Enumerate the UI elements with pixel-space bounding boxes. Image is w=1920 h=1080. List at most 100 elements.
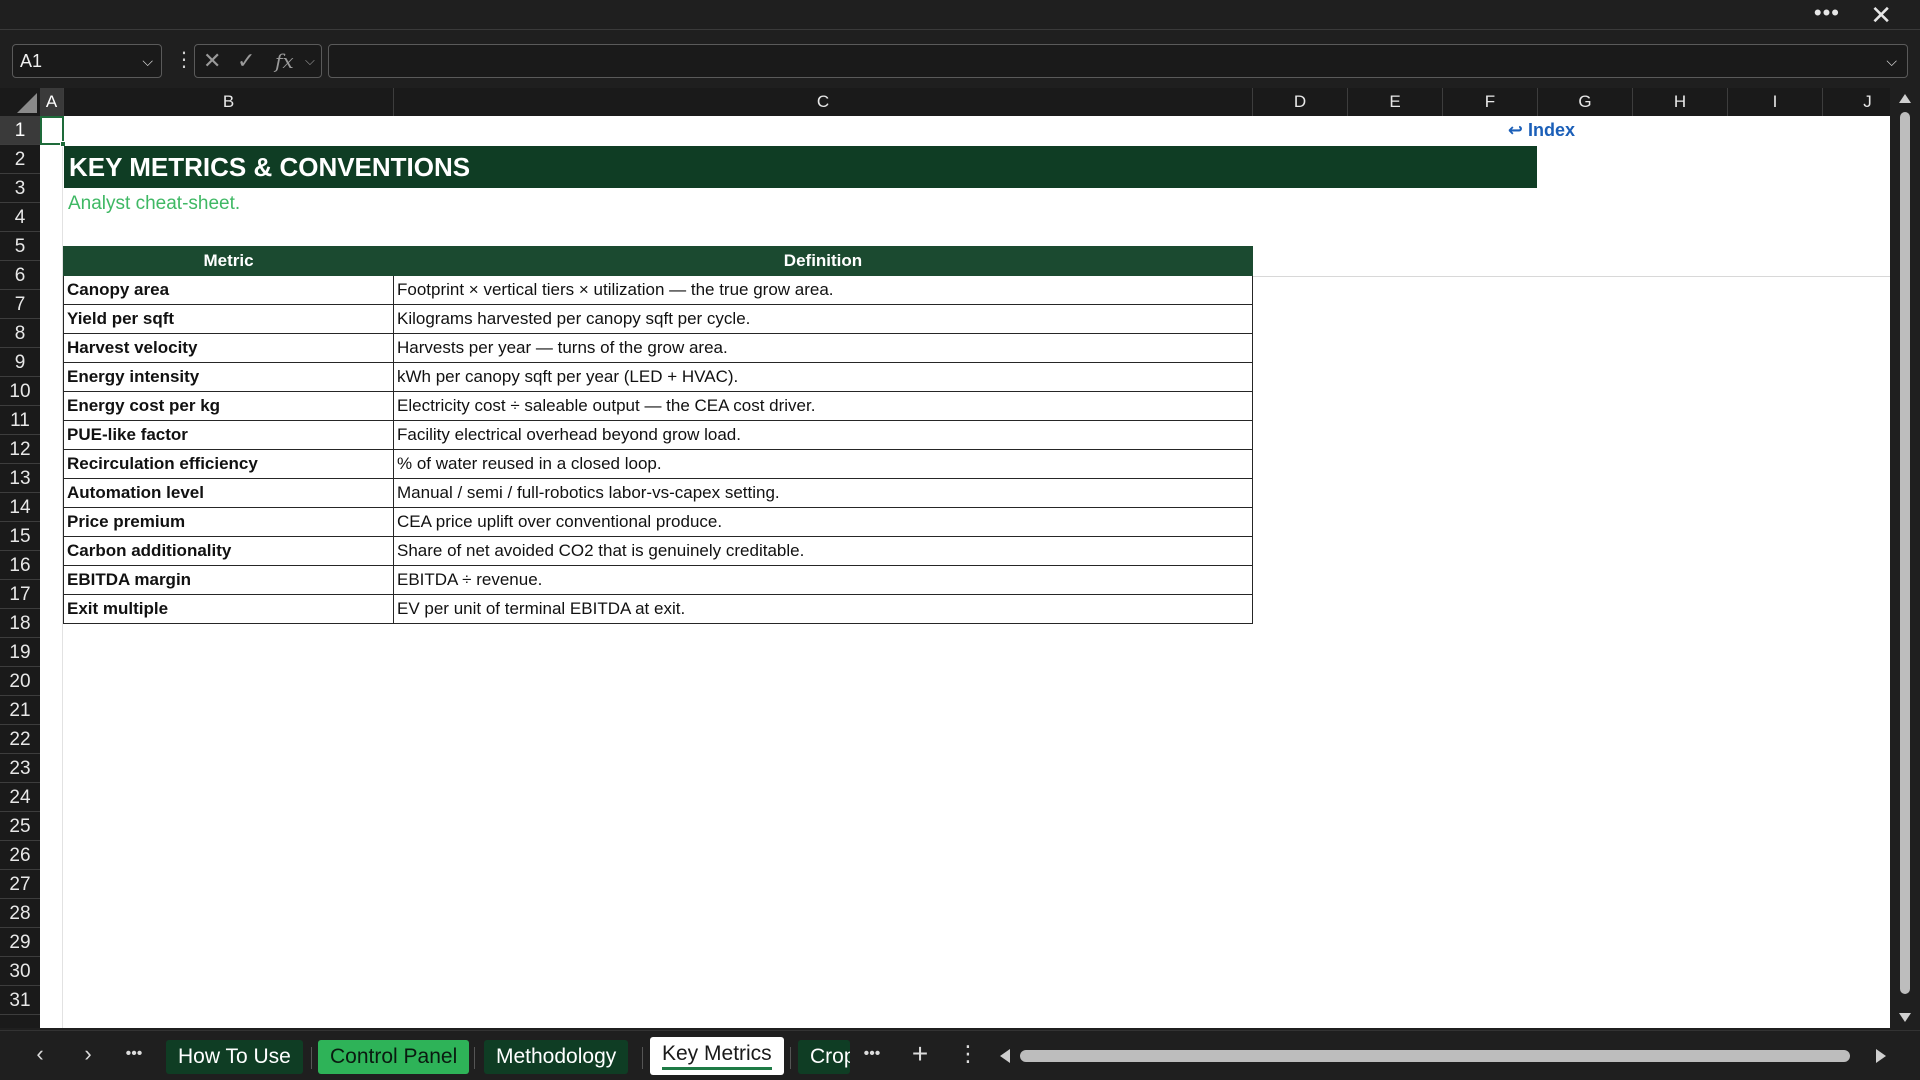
row-header-21[interactable]: 21 <box>0 696 40 725</box>
worksheet-grid[interactable]: A B C D E F G H I J 1 2 3 4 5 6 7 8 9 10 11 12 13 14 1… <box>0 88 1900 1028</box>
insert-function-icon[interactable]: fx <box>275 45 294 77</box>
row-header-9[interactable]: 9 <box>0 348 40 377</box>
metric-definition-cell[interactable]: Footprint × vertical tiers × utilization… <box>393 275 1253 305</box>
previous-sheet-icon[interactable]: ‹ <box>20 1031 60 1079</box>
metric-definition-cell[interactable]: Share of net avoided CO2 that is genuine… <box>393 536 1253 566</box>
metric-definition-cell[interactable]: % of water reused in a closed loop. <box>393 449 1253 479</box>
row-header-22[interactable]: 22 <box>0 725 40 754</box>
column-header-g[interactable]: G <box>1538 88 1633 116</box>
row-header-24[interactable]: 24 <box>0 783 40 812</box>
row-header-15[interactable]: 15 <box>0 522 40 551</box>
row-header-31[interactable]: 31 <box>0 986 40 1015</box>
column-header-h[interactable]: H <box>1633 88 1728 116</box>
metric-name-cell[interactable]: Exit multiple <box>63 594 394 624</box>
column-header-e[interactable]: E <box>1348 88 1443 116</box>
row-header-6[interactable]: 6 <box>0 261 40 290</box>
row-header-17[interactable]: 17 <box>0 580 40 609</box>
metric-name-cell[interactable]: Energy cost per kg <box>63 391 394 421</box>
row-header-10[interactable]: 10 <box>0 377 40 406</box>
close-icon[interactable]: ✕ <box>1870 0 1892 30</box>
tab-methodology[interactable]: Methodology <box>484 1040 629 1074</box>
more-sheets-icon[interactable]: ••• <box>114 1031 154 1079</box>
active-cell-a1[interactable] <box>40 116 66 147</box>
row-header-20[interactable]: 20 <box>0 667 40 696</box>
metric-definition-cell[interactable]: Facility electrical overhead beyond grow… <box>393 420 1253 450</box>
cancel-entry-icon[interactable]: ✕ <box>203 45 221 77</box>
more-options-icon[interactable]: ••• <box>1814 2 1840 24</box>
row-header-30[interactable]: 30 <box>0 957 40 986</box>
column-header-i[interactable]: I <box>1728 88 1823 116</box>
row-header-11[interactable]: 11 <box>0 406 40 435</box>
row-header-16[interactable]: 16 <box>0 551 40 580</box>
metric-name-cell[interactable]: Automation level <box>63 478 394 508</box>
tab-crop[interactable]: Crop <box>798 1040 850 1074</box>
metric-definition-cell[interactable]: Electricity cost ÷ saleable output — the… <box>393 391 1253 421</box>
row-header-3[interactable]: 3 <box>0 174 40 203</box>
scroll-left-icon[interactable] <box>1000 1049 1010 1063</box>
index-link[interactable]: ↩ Index <box>1465 116 1575 145</box>
metric-definition-cell[interactable]: EBITDA ÷ revenue. <box>393 565 1253 595</box>
metric-name-cell[interactable]: Price premium <box>63 507 394 537</box>
name-box[interactable]: A1 ⌵ <box>12 44 162 78</box>
more-tabs-icon[interactable]: ••• <box>852 1031 892 1079</box>
vertical-scroll-thumb[interactable] <box>1900 112 1910 994</box>
scroll-right-icon[interactable] <box>1876 1049 1886 1063</box>
column-header-j[interactable]: J <box>1823 88 1900 116</box>
cell-area[interactable]: ↩ Index KEY METRICS & CONVENTIONS Analys… <box>40 116 1900 1028</box>
metric-definition-cell[interactable]: EV per unit of terminal EBITDA at exit. <box>393 594 1253 624</box>
table-header-metric[interactable]: Metric <box>63 246 394 276</box>
sheet-options-icon[interactable]: ⋮ <box>948 1031 988 1079</box>
row-header-19[interactable]: 19 <box>0 638 40 667</box>
table-header-definition[interactable]: Definition <box>393 246 1253 276</box>
metric-definition-cell[interactable]: Manual / semi / full-robotics labor-vs-c… <box>393 478 1253 508</box>
row-header-23[interactable]: 23 <box>0 754 40 783</box>
metric-name-cell[interactable]: Recirculation efficiency <box>63 449 394 479</box>
row-header-1[interactable]: 1 <box>0 116 40 145</box>
scroll-up-icon[interactable] <box>1899 94 1911 103</box>
tab-how-to-use[interactable]: How To Use <box>166 1040 303 1074</box>
expand-formula-icon[interactable]: ⌵ <box>1886 45 1897 77</box>
row-header-28[interactable]: 28 <box>0 899 40 928</box>
row-header-13[interactable]: 13 <box>0 464 40 493</box>
metric-name-cell[interactable]: EBITDA margin <box>63 565 394 595</box>
metric-name-cell[interactable]: Canopy area <box>63 275 394 305</box>
chevron-down-icon[interactable]: ⌵ <box>142 45 153 77</box>
row-header-29[interactable]: 29 <box>0 928 40 957</box>
scroll-down-icon[interactable] <box>1899 1013 1911 1022</box>
row-header-14[interactable]: 14 <box>0 493 40 522</box>
row-header-8[interactable]: 8 <box>0 319 40 348</box>
row-header-4[interactable]: 4 <box>0 203 40 232</box>
vertical-scrollbar[interactable] <box>1890 88 1920 1028</box>
metric-name-cell[interactable]: Carbon additionality <box>63 536 394 566</box>
row-header-25[interactable]: 25 <box>0 812 40 841</box>
metric-name-cell[interactable]: Yield per sqft <box>63 304 394 334</box>
tab-control-panel[interactable]: Control Panel <box>318 1040 470 1074</box>
metric-definition-cell[interactable]: Kilograms harvested per canopy sqft per … <box>393 304 1253 334</box>
horizontal-scroll-thumb[interactable] <box>1020 1050 1850 1062</box>
next-sheet-icon[interactable]: › <box>68 1031 108 1079</box>
metric-name-cell[interactable]: Harvest velocity <box>63 333 394 363</box>
column-header-f[interactable]: F <box>1443 88 1538 116</box>
metric-name-cell[interactable]: Energy intensity <box>63 362 394 392</box>
row-header-2[interactable]: 2 <box>0 145 40 174</box>
row-header-7[interactable]: 7 <box>0 290 40 319</box>
metric-definition-cell[interactable]: CEA price uplift over conventional produ… <box>393 507 1253 537</box>
row-header-5[interactable]: 5 <box>0 232 40 261</box>
metric-definition-cell[interactable]: kWh per canopy sqft per year (LED + HVAC… <box>393 362 1253 392</box>
confirm-entry-icon[interactable]: ✓ <box>237 45 255 77</box>
row-header-26[interactable]: 26 <box>0 841 40 870</box>
metric-name-cell[interactable]: PUE-like factor <box>63 420 394 450</box>
column-header-a[interactable]: A <box>40 88 64 116</box>
select-all-corner[interactable] <box>0 88 40 116</box>
row-header-18[interactable]: 18 <box>0 609 40 638</box>
column-header-b[interactable]: B <box>64 88 394 116</box>
formula-input[interactable]: ⌵ <box>328 44 1908 78</box>
metric-definition-cell[interactable]: Harvests per year — turns of the grow ar… <box>393 333 1253 363</box>
formula-bar-options-icon[interactable]: ⋮ <box>174 44 194 76</box>
row-header-27[interactable]: 27 <box>0 870 40 899</box>
column-header-c[interactable]: C <box>394 88 1253 116</box>
add-sheet-icon[interactable]: + <box>900 1031 940 1079</box>
chevron-down-icon[interactable]: ⌵ <box>305 45 315 77</box>
tab-key-metrics[interactable]: Key Metrics <box>650 1037 784 1075</box>
column-header-d[interactable]: D <box>1253 88 1348 116</box>
